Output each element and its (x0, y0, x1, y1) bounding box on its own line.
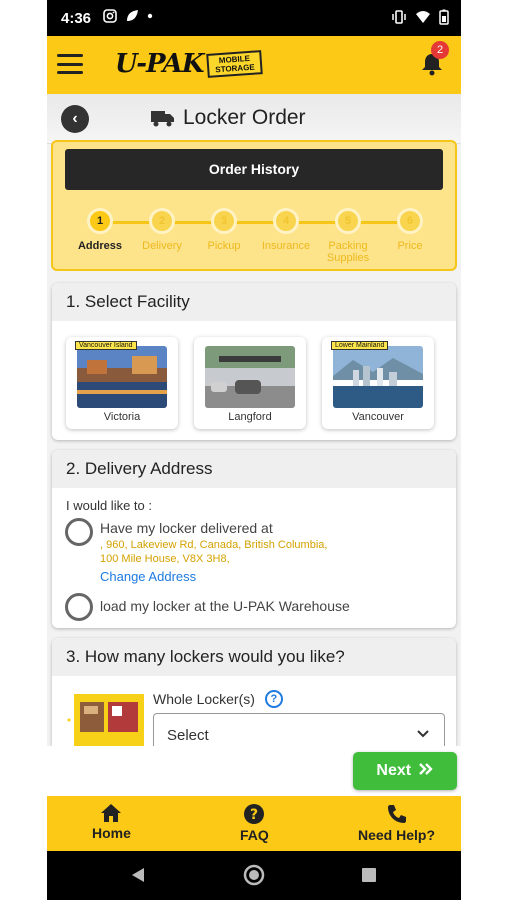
order-history-button[interactable]: Order History (65, 149, 443, 190)
facility-name: Vancouver (352, 411, 404, 423)
step-delivery[interactable]: 2 Delivery (131, 208, 193, 252)
double-chevron-right-icon (418, 763, 433, 775)
leaf-icon (127, 10, 138, 21)
facility-region-tag: Vancouver Island (75, 341, 137, 350)
nav-faq[interactable]: ? FAQ (240, 803, 269, 843)
help-icon[interactable]: ? (264, 690, 283, 708)
facility-langford[interactable]: Langford (194, 337, 306, 429)
warehouse-radio[interactable] (65, 593, 93, 621)
status-bar: 4:36 (47, 0, 461, 36)
notification-badge: 2 (431, 41, 449, 59)
facility-photo (77, 346, 167, 408)
order-progress-panel: Order History 1 Address 2 Delivery 3 Pic… (51, 140, 457, 271)
whole-locker-label: Whole Locker(s) ? (153, 690, 283, 708)
step-price[interactable]: 6 Price (379, 208, 441, 252)
facility-photo (333, 346, 423, 408)
bottom-navigation: Home ? FAQ Need Help? (47, 796, 461, 851)
page-title: Locker Order (151, 106, 306, 130)
delivery-address-line2: 100 Mile House, V8X 3H8, (100, 553, 230, 565)
battery-icon (439, 9, 449, 25)
back-triangle-icon[interactable] (129, 866, 147, 884)
footer-actions: Next (47, 746, 461, 796)
section-title: 3. How many lockers would you like? (52, 638, 456, 676)
facility-region-tag: Lower Mainland (331, 341, 389, 350)
home-icon (101, 804, 122, 822)
facility-victoria[interactable]: Vancouver Island Victoria (66, 337, 178, 429)
recents-square-icon[interactable] (361, 867, 377, 883)
vibrate-icon (392, 10, 406, 24)
wifi-icon (416, 11, 430, 23)
nav-need-help[interactable]: Need Help? (358, 803, 435, 843)
facility-photo (205, 346, 295, 408)
instagram-icon (103, 9, 117, 23)
locker-quantity-card: 3. How many lockers would you like? Whol… (52, 638, 456, 746)
truck-icon (151, 111, 174, 127)
warehouse-option-label[interactable]: load my locker at the U-PAK Warehouse (100, 598, 350, 614)
delivery-address-line1: , 960, Lakeview Rd, Canada, British Colu… (100, 539, 328, 551)
change-address-link[interactable]: Change Address (100, 569, 196, 584)
phone-screen: 4:36 U-PAK MOBILE STORAGE 2 ‹ Locker Orde… (47, 0, 461, 900)
facility-vancouver[interactable]: Lower Mainland Vancouver (322, 337, 434, 429)
locker-image (67, 694, 144, 746)
status-time: 4:36 (61, 10, 92, 27)
locker-quantity-select[interactable]: Select (153, 713, 445, 746)
step-address[interactable]: 1 Address (69, 208, 131, 252)
next-button[interactable]: Next (353, 752, 457, 790)
upak-logo: U-PAK MOBILE STORAGE (115, 46, 264, 82)
step-packing-supplies[interactable]: 5 Packing Supplies (317, 208, 379, 264)
step-pickup[interactable]: 3 Pickup (193, 208, 255, 252)
section-title: 2. Delivery Address (52, 450, 456, 488)
app-header: U-PAK MOBILE STORAGE 2 (47, 36, 461, 94)
delivery-address-card: 2. Delivery Address I would like to : Ha… (52, 450, 456, 628)
deliver-option-label[interactable]: Have my locker delivered at (100, 520, 273, 536)
select-facility-card: 1. Select Facility Vancouver Island Vict… (52, 283, 456, 440)
delivery-prompt: I would like to : (66, 498, 152, 513)
home-circle-icon[interactable] (243, 864, 265, 886)
facility-name: Victoria (103, 411, 141, 423)
nav-home[interactable]: Home (92, 803, 131, 841)
system-navigation-bar (47, 851, 461, 900)
dot-icon (147, 13, 153, 19)
facility-name: Langford (228, 411, 272, 423)
chevron-down-icon (417, 730, 429, 738)
svg-text:?: ? (250, 807, 258, 823)
section-title: 1. Select Facility (52, 283, 456, 321)
menu-icon[interactable] (57, 54, 83, 74)
back-button[interactable]: ‹ (61, 105, 89, 133)
phone-icon (387, 805, 406, 823)
deliver-radio[interactable] (65, 518, 93, 546)
question-circle-icon: ? (244, 804, 265, 824)
title-bar: ‹ Locker Order (47, 94, 461, 144)
step-insurance[interactable]: 4 Insurance (255, 208, 317, 252)
